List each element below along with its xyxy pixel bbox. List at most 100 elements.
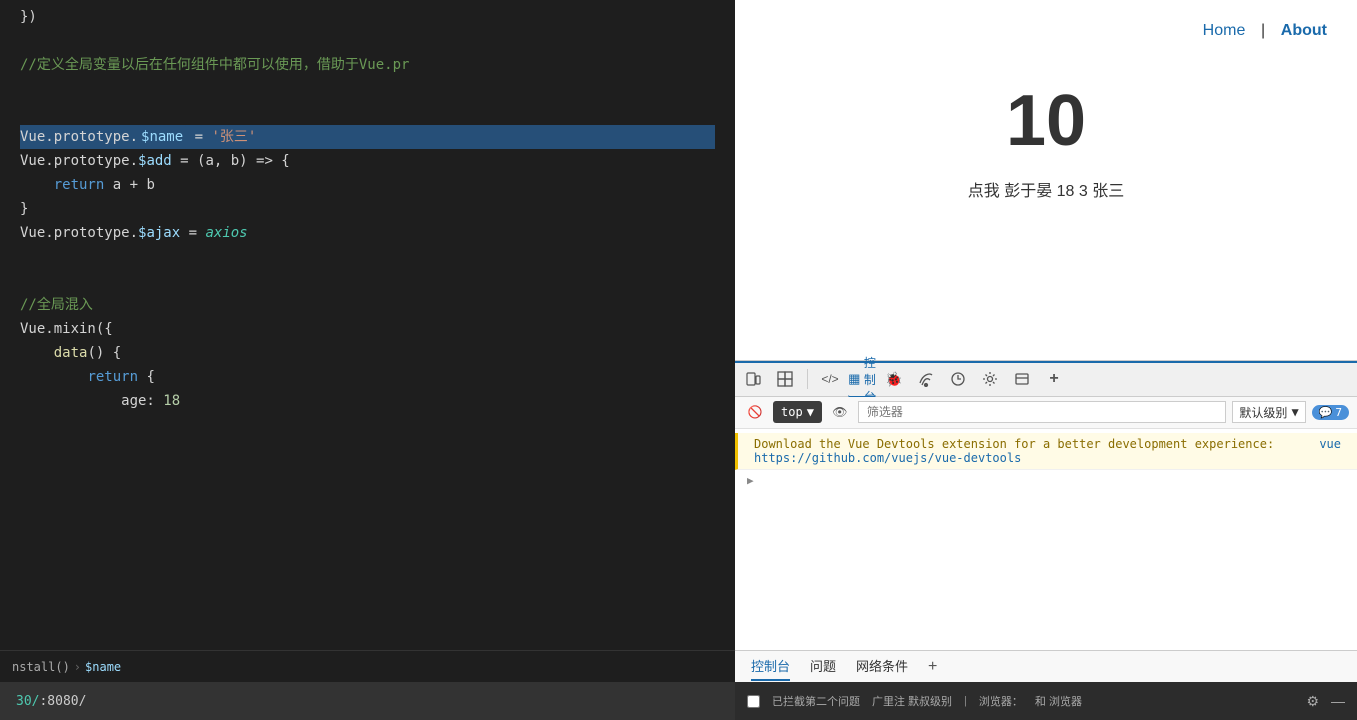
code-token (20, 366, 87, 388)
code-token: age: (20, 390, 163, 412)
code-token: return (54, 174, 105, 196)
devtools-network-icon[interactable] (912, 365, 940, 393)
code-token: $ajax (138, 222, 180, 244)
chevron-down-icon: ▼ (1291, 405, 1298, 419)
chevron-down-icon: ▼ (807, 405, 814, 419)
addr-link[interactable]: 30/ (16, 694, 39, 709)
devtools-more-icon[interactable]: + (1040, 365, 1068, 393)
code-token (20, 342, 54, 364)
code-line (20, 29, 715, 53)
level-label: 默认级别 (1239, 404, 1287, 421)
preview-number: 10 (735, 50, 1357, 172)
code-token: { (138, 366, 155, 388)
code-token: }) (20, 6, 37, 28)
console-expand-triangle[interactable]: ▶ (735, 470, 1357, 491)
preview-text: 点我 彭于晏 18 3 张三 (735, 172, 1357, 206)
console-warning-message: Download the Vue Devtools extension for … (735, 433, 1357, 470)
intercept-label: 已拦截第二个问题 (772, 693, 860, 709)
badge-count: 7 (1335, 406, 1342, 419)
about-link[interactable]: About (1281, 22, 1327, 39)
preview-nav: Home | About (735, 0, 1357, 50)
devtools-inspect-icon[interactable] (771, 365, 799, 393)
code-line (20, 101, 715, 125)
code-token: data (54, 342, 88, 364)
code-token: } (20, 198, 28, 220)
right-section: Home | About 10 点我 彭于晏 18 3 张三 </> (735, 0, 1357, 720)
code-token: return (87, 366, 138, 388)
breadcrumb-right: $name (85, 660, 121, 674)
breadcrumb-left: nstall() (12, 660, 70, 674)
code-token: '张三' (211, 126, 256, 148)
address-bar: 30/ :8080/ (0, 682, 735, 720)
devtools-elements-icon[interactable]: </> (816, 365, 844, 393)
code-token: Vue.prototype. (20, 150, 138, 172)
code-line: } (20, 197, 715, 221)
console-message-badge: 💬 7 (1312, 405, 1349, 420)
intercept-checkbox[interactable] (747, 695, 760, 708)
code-editor: }) //定义全局变量以后在任何组件中都可以使用，借助于Vue.pr Vue.p… (0, 0, 735, 720)
code-token: 18 (163, 390, 180, 412)
code-token: () { (87, 342, 121, 364)
code-token: = (a, b) => { (172, 150, 290, 172)
code-line: }) (20, 5, 715, 29)
status-item-3: 和 浏览器 (1035, 693, 1082, 709)
code-line: Vue.prototype.$add = (a, b) => { (20, 149, 715, 173)
devtools-performance-icon[interactable] (944, 365, 972, 393)
tab-console[interactable]: 控制台 (751, 652, 790, 681)
preview-panel: Home | About 10 点我 彭于晏 18 3 张三 (735, 0, 1357, 360)
code-token: axios (205, 222, 247, 244)
console-context-select[interactable]: top ▼ (773, 401, 822, 423)
code-token: = (180, 222, 205, 244)
code-token: a + b (104, 174, 155, 196)
devtools-url[interactable]: https://github.com/vuejs/vue-devtools (754, 451, 1021, 465)
console-eye-btn[interactable]: 👁 (828, 400, 852, 424)
settings-gear-btn[interactable]: ⚙ (1306, 693, 1319, 710)
code-line: return a + b (20, 173, 715, 197)
devtools-sources-icon[interactable]: 🐞 (880, 365, 908, 393)
code-line (20, 269, 715, 293)
devtools-device-icon[interactable] (739, 365, 767, 393)
tab-network-conditions[interactable]: 网络条件 (856, 652, 908, 681)
warning-text: Download the Vue Devtools extension for … (754, 437, 1274, 451)
bottom-tabs-bar: 控制台 问题 网络条件 + (735, 650, 1357, 682)
status-item-2: 浏览器： (979, 693, 1023, 709)
code-line: //定义全局变量以后在任何组件中都可以使用，借助于Vue.pr (20, 53, 715, 77)
code-line: Vue.prototype.$ajax = axios (20, 221, 715, 245)
speech-bubble-icon: 💬 (1319, 406, 1333, 419)
code-token: Vue.prototype. (20, 222, 138, 244)
context-label: top (781, 405, 803, 419)
code-token: Vue.prototype. (20, 126, 138, 148)
console-filter-input[interactable] (858, 401, 1227, 423)
breadcrumb-separator: › (74, 660, 81, 674)
console-level-dropdown[interactable]: 默认级别 ▼ (1232, 401, 1305, 423)
minimize-btn[interactable]: — (1331, 693, 1345, 709)
devtools-console-tab[interactable]: ▦ 控制台 (848, 362, 876, 398)
console-clear-btn[interactable]: 🚫 (743, 400, 767, 424)
devtools-toolbar: </> ▦ 控制台 🐞 + (735, 361, 1357, 397)
code-line: //全局混入 (20, 293, 715, 317)
devtools-status-bar: 已拦截第二个问题 广里注 默叔级别 | 浏览器： 和 浏览器 ⚙ — (735, 682, 1357, 720)
tab-issues[interactable]: 问题 (810, 652, 836, 681)
code-line: data() { (20, 341, 715, 365)
code-line: return { (20, 365, 715, 389)
toolbar-separator (807, 369, 808, 389)
console-toolbar: 🚫 top ▼ 👁 默认级别 ▼ 💬 7 (735, 397, 1357, 429)
code-line-highlighted: Vue.prototype.$name = '张三' (20, 125, 715, 149)
code-line: age: 18 (20, 389, 715, 413)
vue-link-label: vue (1319, 437, 1341, 451)
code-token: Vue.mixin({ (20, 318, 113, 340)
nav-separator: | (1261, 22, 1265, 39)
addr-full: :8080/ (39, 694, 86, 709)
status-item-1: 广里注 默叔级别 (872, 693, 952, 709)
code-token (20, 174, 54, 196)
code-token: $add (138, 150, 172, 172)
tab-add-btn[interactable]: + (928, 658, 937, 676)
home-link[interactable]: Home (1203, 22, 1246, 39)
code-line (20, 245, 715, 269)
devtools-settings-icon[interactable] (976, 365, 1004, 393)
code-comment: //定义全局变量以后在任何组件中都可以使用，借助于Vue.pr (20, 54, 409, 76)
code-breadcrumb-bar: nstall() › $name (0, 650, 735, 682)
code-line (20, 77, 715, 101)
code-token: = (186, 126, 211, 148)
devtools-layers-icon[interactable] (1008, 365, 1036, 393)
